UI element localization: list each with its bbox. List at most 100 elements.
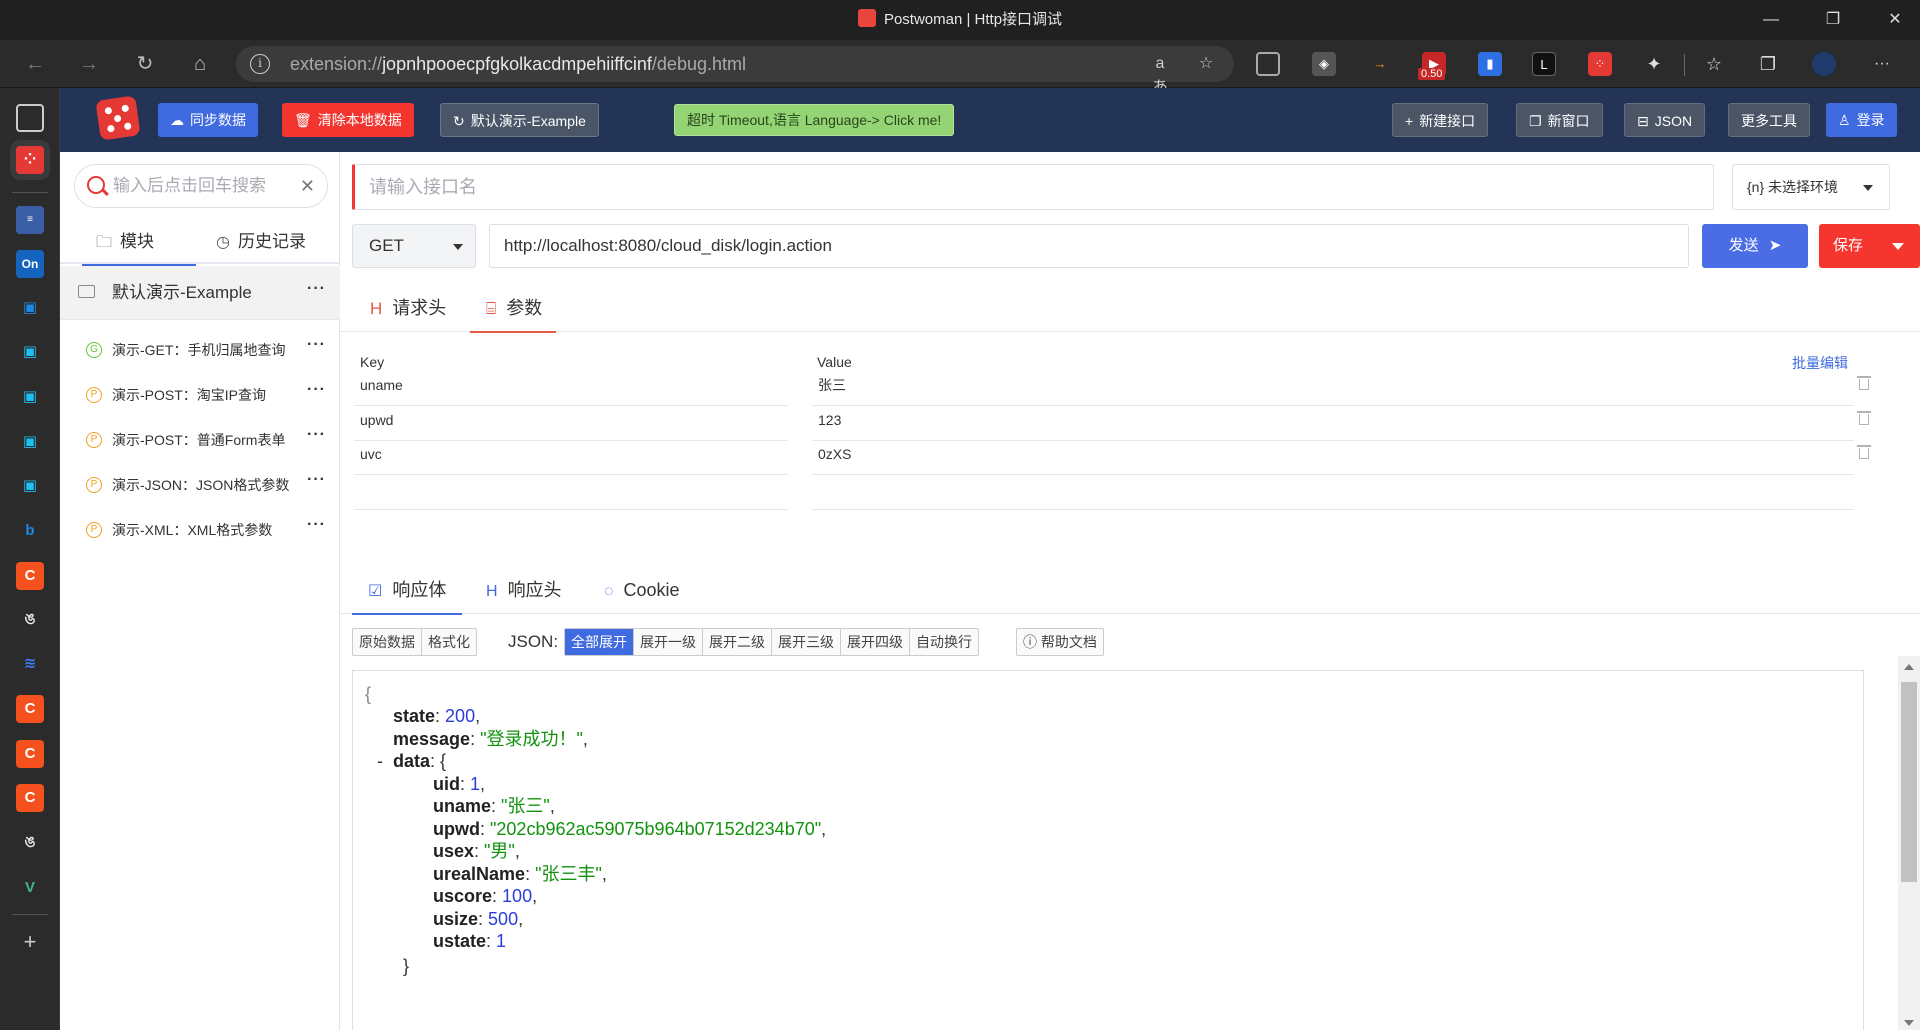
send-button[interactable]: 发送 ➤ — [1702, 224, 1808, 268]
expand-all-button[interactable]: 全部展开 — [565, 629, 634, 655]
delete-param-icon[interactable] — [1857, 445, 1871, 459]
csdn-tab-icon-1[interactable]: C — [16, 562, 44, 590]
postwoman-extension-icon[interactable]: ⁘ — [1588, 52, 1612, 76]
csdn-tab-icon-4[interactable]: C — [16, 784, 44, 812]
expand-level-1-button[interactable]: 展开一级 — [634, 629, 703, 655]
url-input[interactable]: http://localhost:8080/cloud_disk/login.a… — [489, 224, 1689, 268]
address-bar[interactable]: i extension://jopnhpooecpfgkolkacdmpehii… — [236, 46, 1234, 96]
browser-menu-icon[interactable]: ··· — [1870, 52, 1894, 76]
timeout-language-button[interactable]: 超时 Timeout,语言 Language-> Click me! — [674, 104, 955, 136]
csdn-tab-icon-2[interactable]: C — [16, 695, 44, 723]
default-demo-button[interactable]: ↻ 默认演示-Example — [440, 103, 599, 137]
l-extension-icon[interactable]: L — [1532, 52, 1556, 76]
api-more-icon[interactable]: ··· — [307, 381, 326, 399]
delete-param-icon[interactable] — [1857, 410, 1871, 425]
bilibili-tab-icon-2[interactable]: ▣ — [16, 338, 44, 366]
list-item[interactable]: G 演示-GET：手机归属地查询 ··· — [60, 328, 340, 373]
api-more-icon[interactable]: ··· — [307, 426, 326, 444]
list-item[interactable]: P 演示-POST：淘宝IP查询 ··· — [60, 373, 340, 418]
expand-level-3-button[interactable]: 展开三级 — [772, 629, 841, 655]
new-api-button[interactable]: + 新建接口 — [1392, 103, 1489, 137]
list-item[interactable]: P 演示-JSON：JSON格式参数 ··· — [60, 463, 340, 508]
api-more-icon[interactable]: ··· — [307, 471, 326, 489]
bilibili-tab-icon-4[interactable]: ▣ — [16, 428, 44, 456]
tab-icon-on[interactable]: On — [16, 250, 44, 278]
api-name-input[interactable] — [355, 165, 1713, 209]
folder-default-demo[interactable]: 默认演示-Example ··· — [60, 266, 340, 320]
api-label: 演示-POST：淘宝IP查询 — [112, 387, 267, 403]
sync-data-button[interactable]: ☁ 同步数据 — [158, 103, 258, 137]
save-button[interactable]: 保存 — [1819, 224, 1920, 268]
collections-icon[interactable]: ❐ — [1756, 52, 1780, 76]
bilibili-tab-icon-3[interactable]: ▣ — [16, 383, 44, 411]
tab-params[interactable]: ⌸ 参数 — [469, 284, 557, 333]
tab-response-headers[interactable]: H 响应头 — [486, 566, 562, 614]
list-item[interactable]: P 演示-XML：XML格式参数 ··· — [60, 508, 340, 553]
favorites-icon[interactable]: ☆ — [1702, 52, 1726, 76]
help-docs-button[interactable]: ⓘ 帮助文档 — [1017, 629, 1103, 655]
address-url[interactable]: extension://jopnhpooecpfgkolkacdmpehiiff… — [290, 46, 746, 82]
api-more-icon[interactable]: ··· — [307, 516, 326, 534]
csdn-tab-icon-3[interactable]: C — [16, 740, 44, 768]
raw-data-button[interactable]: 原始数据 — [353, 629, 422, 655]
tab-icon-3[interactable]: ≋ — [16, 650, 44, 678]
new-tab-icon[interactable]: + — [16, 928, 44, 956]
clear-local-data-button[interactable]: 🗑 清除本地数据 — [282, 103, 414, 137]
extensions-icon[interactable]: ✦ — [1642, 52, 1666, 76]
format-button[interactable]: 格式化 — [422, 629, 476, 655]
tab-actions-icon[interactable] — [16, 104, 44, 132]
method-select[interactable]: GET — [352, 224, 476, 268]
expand-level-2-button[interactable]: 展开二级 — [703, 629, 772, 655]
stats-extension-icon[interactable]: ▮ — [1478, 52, 1502, 76]
site-info-icon[interactable]: i — [250, 54, 270, 74]
profile-avatar[interactable] — [1812, 52, 1836, 76]
postwoman-tab-icon[interactable]: ⁘ — [16, 146, 44, 174]
save-dropdown-icon[interactable] — [1892, 243, 1904, 250]
read-aloud-icon[interactable]: aあ — [1148, 52, 1172, 96]
folder-more-icon[interactable]: ··· — [307, 280, 326, 298]
new-window-button[interactable]: ❐ 新窗口 — [1516, 103, 1603, 137]
tab-icon-4[interactable]: ঙ — [16, 829, 44, 857]
add-favorite-icon[interactable]: ☆ — [1194, 52, 1218, 76]
api-more-icon[interactable]: ··· — [307, 336, 326, 354]
immersive-reader-icon[interactable] — [1256, 52, 1280, 76]
maximize-button[interactable]: ❐ — [1810, 0, 1856, 40]
login-button[interactable]: ♙ 登录 — [1826, 103, 1897, 137]
shield-extension-icon[interactable]: ◈ — [1312, 52, 1336, 76]
expand-level-4-button[interactable]: 展开四级 — [841, 629, 910, 655]
tab-response-body[interactable]: ☑ 响应体 — [351, 566, 463, 615]
bing-tab-icon[interactable]: b — [16, 517, 44, 545]
word-wrap-button[interactable]: 自动换行 — [910, 629, 978, 655]
scrollbar-thumb[interactable] — [1901, 682, 1917, 882]
bilibili-tab-icon-5[interactable]: ▣ — [16, 472, 44, 500]
minimize-button[interactable]: — — [1748, 0, 1794, 40]
forward-icon[interactable]: → — [72, 48, 106, 80]
vue-tab-icon[interactable]: V — [16, 874, 44, 902]
tab-request-headers[interactable]: H 请求头 — [370, 284, 446, 332]
response-scrollbar[interactable] — [1898, 656, 1920, 1030]
tab-icon-2[interactable]: ঙ — [16, 606, 44, 634]
param-value-input[interactable] — [812, 468, 1854, 510]
refresh-icon[interactable]: ↻ — [128, 48, 162, 80]
bilibili-tab-icon-1[interactable]: ▣ — [16, 294, 44, 322]
back-icon[interactable]: ← — [18, 48, 52, 80]
scroll-up-icon[interactable] — [1904, 664, 1914, 670]
search-input[interactable] — [113, 173, 283, 199]
close-window-button[interactable]: ✕ — [1872, 0, 1918, 40]
code-icon: ⌸ — [486, 299, 497, 318]
scroll-down-icon[interactable] — [1904, 1020, 1914, 1026]
delete-param-icon[interactable] — [1857, 376, 1871, 390]
param-key-input[interactable] — [354, 468, 788, 510]
collapse-toggle[interactable]: - — [377, 751, 383, 771]
list-item[interactable]: P 演示-POST：普通Form表单 ··· — [60, 418, 340, 463]
environment-select[interactable]: {n} 未选择环境 — [1732, 164, 1890, 210]
tab-icon-1[interactable]: ≡ — [16, 206, 44, 234]
clear-search-icon[interactable]: ✕ — [300, 175, 315, 197]
home-icon[interactable]: ⌂ — [183, 48, 217, 80]
json-button[interactable]: ⊟ JSON — [1624, 103, 1706, 137]
amazon-extension-icon[interactable]: → — [1368, 52, 1392, 76]
tab-history[interactable]: ◷ 历史记录 — [216, 220, 306, 264]
tab-cookie[interactable]: ◌ Cookie — [604, 566, 680, 614]
tab-modules[interactable]: 🗀 模块 — [81, 220, 197, 266]
more-tools-button[interactable]: 更多工具 — [1728, 103, 1810, 137]
